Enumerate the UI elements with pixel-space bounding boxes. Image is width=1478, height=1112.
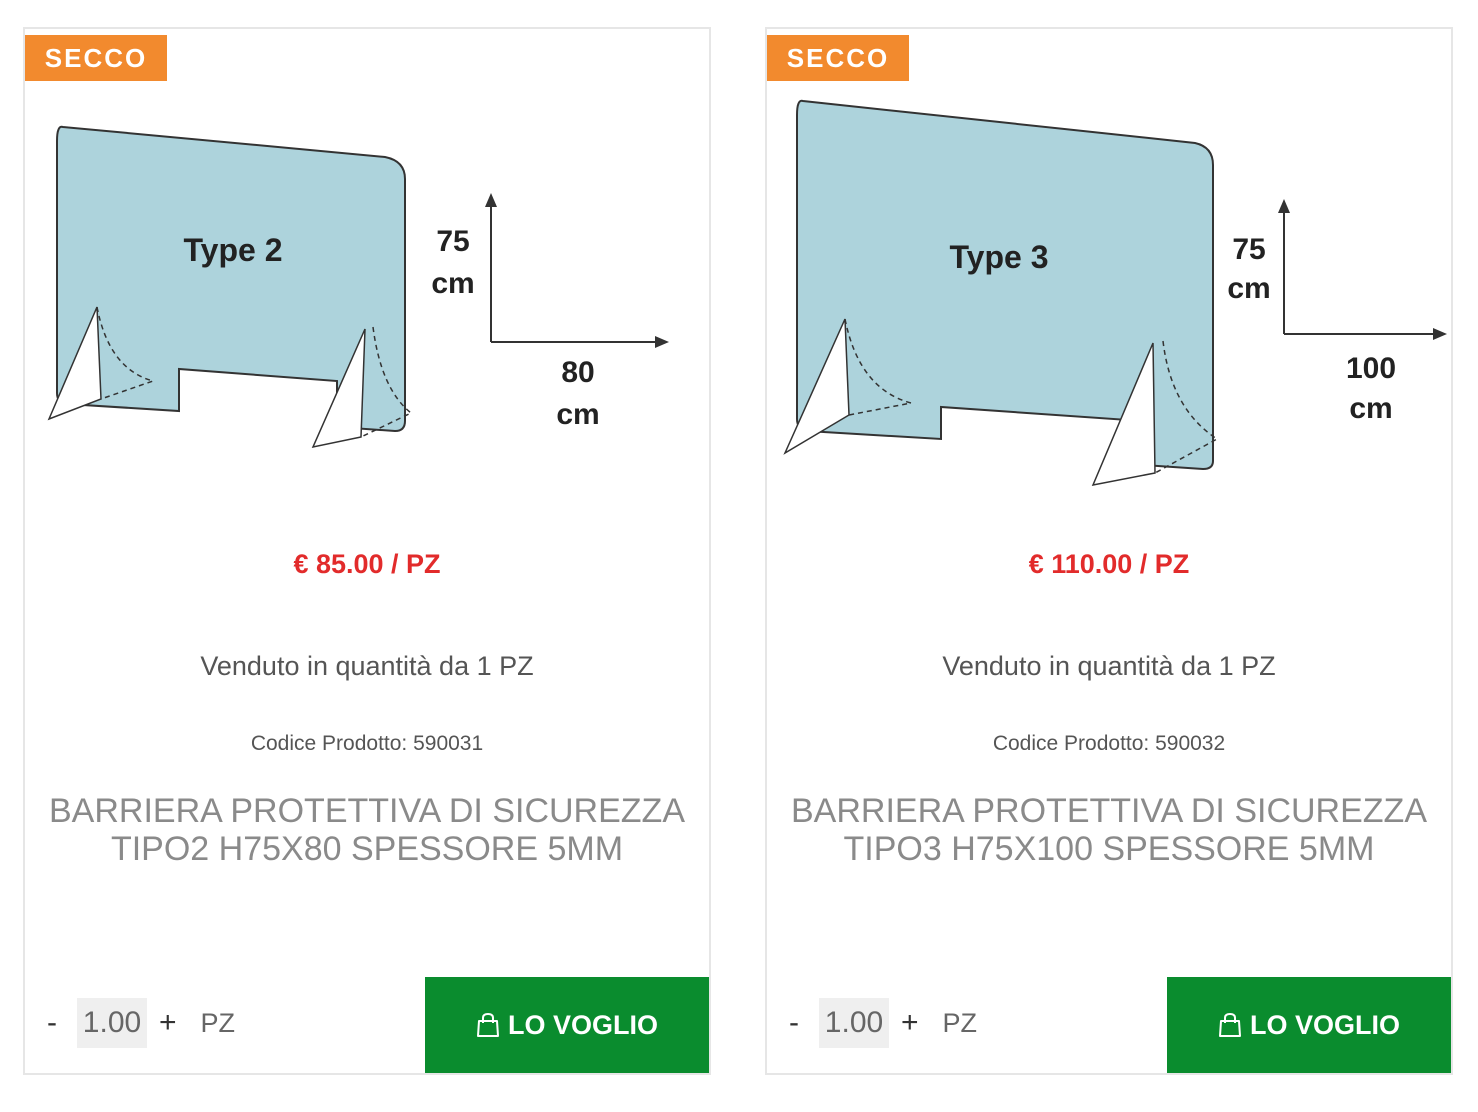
product-card: SECCO Type 2 75 cm 80 cm € 85.00 / PZ Ve… bbox=[23, 27, 711, 1075]
height-value: 75 bbox=[1232, 233, 1265, 266]
product-image[interactable]: Type 3 75 cm 100 cm bbox=[767, 69, 1451, 529]
height-unit: cm bbox=[1227, 272, 1270, 305]
quantity-increase-button[interactable]: + bbox=[901, 1006, 919, 1040]
sold-quantity-info: Venduto in quantità da 1 PZ bbox=[200, 651, 534, 681]
quantity-increase-button[interactable]: + bbox=[159, 1006, 177, 1040]
product-title[interactable]: BARRIERA PROTETTIVA DI SICUREZZA TIPO2 H… bbox=[45, 792, 689, 868]
width-value: 80 bbox=[561, 356, 594, 389]
product-image[interactable]: Type 2 75 cm 80 cm bbox=[25, 69, 709, 529]
add-to-cart-label: LO VOGLIO bbox=[1249, 1009, 1400, 1040]
quantity-input[interactable]: 1.00 bbox=[819, 998, 889, 1048]
quantity-decrease-button[interactable]: - bbox=[789, 1006, 805, 1040]
quantity-stepper: - 1.00 + PZ bbox=[47, 997, 235, 1049]
quantity-unit: PZ bbox=[200, 1007, 236, 1038]
product-price: € 85.00 / PZ bbox=[293, 549, 441, 579]
shopping-bag-icon bbox=[476, 1012, 500, 1038]
width-unit: cm bbox=[556, 398, 599, 431]
quantity-unit: PZ bbox=[942, 1007, 978, 1038]
type-label: Type 3 bbox=[950, 239, 1049, 275]
product-title[interactable]: BARRIERA PROTETTIVA DI SICUREZZA TIPO3 H… bbox=[787, 792, 1431, 868]
add-to-cart-label: LO VOGLIO bbox=[507, 1009, 658, 1040]
product-code: Codice Prodotto: 590031 bbox=[250, 732, 484, 755]
add-to-cart-button[interactable]: LO VOGLIO bbox=[425, 977, 709, 1073]
height-unit: cm bbox=[431, 267, 474, 300]
quantity-input[interactable]: 1.00 bbox=[77, 998, 147, 1048]
add-to-cart-button[interactable]: LO VOGLIO bbox=[1167, 977, 1451, 1073]
width-value: 100 bbox=[1346, 352, 1396, 385]
product-card: SECCO Type 3 75 cm 100 cm € 110.00 / PZ … bbox=[765, 27, 1453, 1075]
type-label: Type 2 bbox=[184, 232, 283, 268]
quantity-stepper: - 1.00 + PZ bbox=[789, 997, 977, 1049]
shopping-bag-icon bbox=[1218, 1012, 1242, 1038]
width-unit: cm bbox=[1349, 392, 1392, 425]
quantity-decrease-button[interactable]: - bbox=[47, 1006, 63, 1040]
height-value: 75 bbox=[436, 225, 469, 258]
sold-quantity-info: Venduto in quantità da 1 PZ bbox=[942, 651, 1276, 681]
product-code: Codice Prodotto: 590032 bbox=[992, 732, 1226, 755]
product-price: € 110.00 / PZ bbox=[1028, 549, 1190, 579]
